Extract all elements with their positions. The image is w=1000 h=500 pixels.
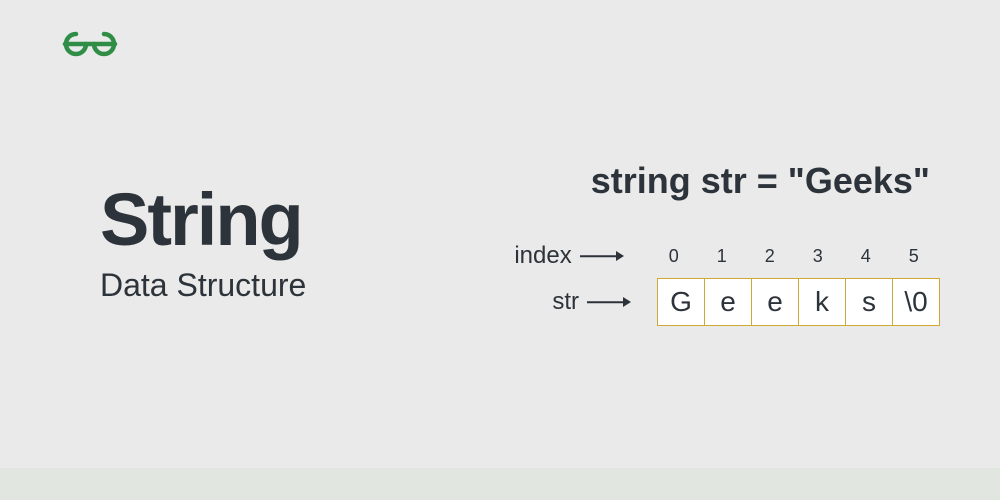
arrow-icon	[580, 249, 624, 263]
char-cells: G e e k s \0	[657, 278, 940, 326]
index-value: 2	[746, 246, 794, 267]
footer-band	[0, 468, 1000, 500]
str-label: str	[552, 288, 579, 316]
index-value: 5	[890, 246, 938, 267]
index-value: 4	[842, 246, 890, 267]
page-subtitle: Data Structure	[100, 267, 306, 304]
str-row: str G e e k s \0	[514, 278, 940, 326]
char-cell: k	[798, 278, 846, 326]
page-title: String	[100, 183, 306, 257]
char-cell: e	[704, 278, 752, 326]
char-cell: G	[657, 278, 705, 326]
index-row: index 0 1 2 3 4 5	[514, 242, 940, 270]
heading-block: String Data Structure	[100, 183, 306, 304]
diagram-block: string str = "Geeks" index 0 1 2 3 4 5 s…	[514, 160, 940, 326]
char-cell: s	[845, 278, 893, 326]
index-values: 0 1 2 3 4 5	[650, 246, 938, 267]
logo	[62, 28, 118, 65]
char-cell: \0	[892, 278, 940, 326]
index-label: index	[514, 242, 571, 270]
arrow-icon	[587, 295, 631, 309]
index-value: 0	[650, 246, 698, 267]
index-value: 1	[698, 246, 746, 267]
index-value: 3	[794, 246, 842, 267]
geeksforgeeks-logo-icon	[62, 28, 118, 60]
main-content: String Data Structure string str = "Geek…	[100, 160, 940, 326]
array-diagram: index 0 1 2 3 4 5 str G e e k	[514, 242, 940, 326]
char-cell: e	[751, 278, 799, 326]
code-declaration: string str = "Geeks"	[591, 160, 930, 202]
